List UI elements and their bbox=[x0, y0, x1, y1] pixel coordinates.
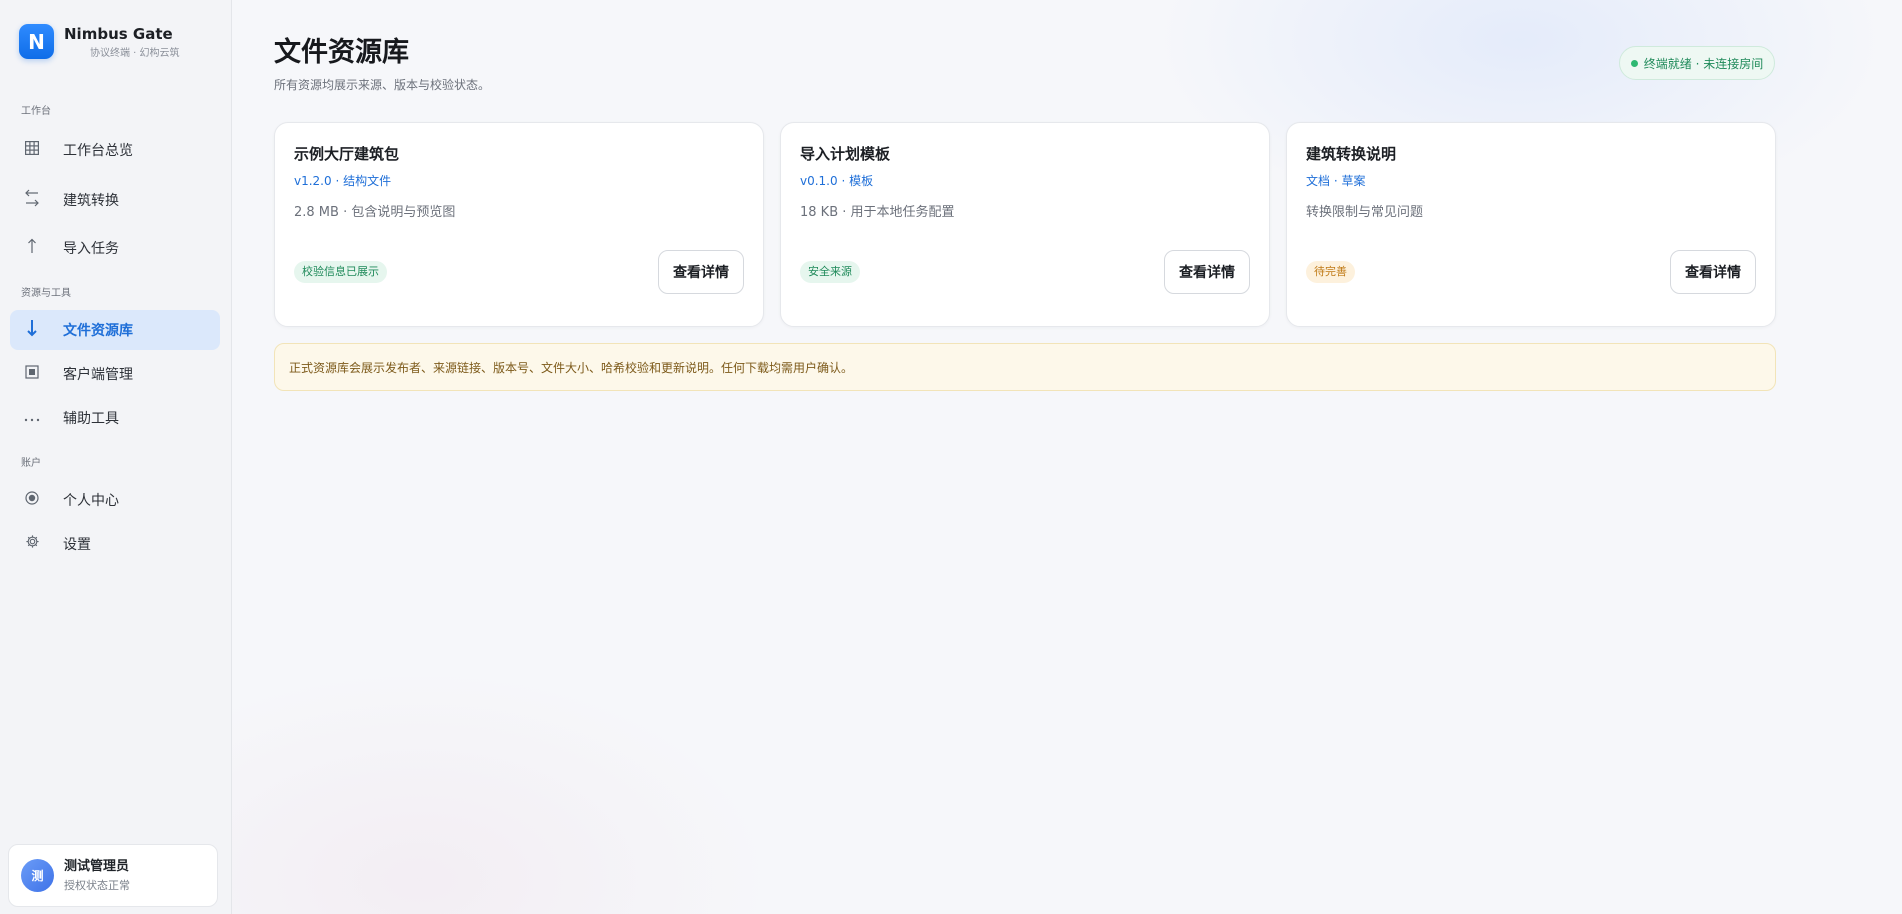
sidebar-item-label: 辅助工具 bbox=[63, 411, 119, 427]
section-label-resources: 资源与工具 bbox=[21, 288, 71, 299]
sidebar-item-import-tasks[interactable]: 导入任务 bbox=[10, 228, 220, 268]
sidebar-item-label: 工作台总览 bbox=[63, 143, 133, 159]
card-title: 导入计划模板 bbox=[800, 145, 891, 163]
resource-card: 示例大厅建筑包 v1.2.0 · 结构文件 2.8 MB · 包含说明与预览图 … bbox=[274, 122, 764, 327]
user-status: 授权状态正常 bbox=[64, 879, 130, 892]
sidebar-item-client-management[interactable]: 客户端管理 bbox=[10, 354, 220, 394]
status-badge: 终端就绪 · 未连接房间 bbox=[1619, 46, 1775, 80]
sidebar-item-file-library[interactable]: 文件资源库 bbox=[10, 310, 220, 350]
profile-dot-icon bbox=[22, 490, 42, 510]
user-card[interactable]: 测 测试管理员 授权状态正常 bbox=[8, 844, 218, 907]
card-description: 转换限制与常见问题 bbox=[1306, 205, 1424, 220]
upload-arrow-icon bbox=[22, 238, 42, 259]
sidebar-item-overview[interactable]: 工作台总览 bbox=[10, 130, 220, 170]
brand[interactable]: N Nimbus Gate 协议终端 · 幻构云筑 bbox=[19, 24, 180, 60]
view-details-button[interactable]: 查看详情 bbox=[1164, 250, 1250, 294]
page-subtitle: 所有资源均展示来源、版本与校验状态。 bbox=[274, 78, 491, 92]
status-dot-icon bbox=[1630, 59, 1638, 67]
avatar: 测 bbox=[21, 859, 54, 892]
card-description: 18 KB · 用于本地任务配置 bbox=[800, 205, 955, 220]
section-label-account: 账户 bbox=[21, 458, 41, 469]
sidebar-item-building-convert[interactable]: 建筑转换 bbox=[10, 180, 220, 220]
swap-arrows-icon bbox=[22, 188, 42, 213]
sidebar-item-label: 个人中心 bbox=[63, 493, 119, 509]
card-meta: v0.1.0 · 模板 bbox=[800, 174, 874, 188]
brand-text: Nimbus Gate 协议终端 · 幻构云筑 bbox=[64, 24, 180, 60]
card-title: 建筑转换说明 bbox=[1306, 145, 1397, 163]
client-box-icon bbox=[22, 364, 42, 384]
section-label-workbench: 工作台 bbox=[21, 106, 51, 117]
status-text: 终端就绪 · 未连接房间 bbox=[1643, 56, 1764, 71]
card-meta: v1.2.0 · 结构文件 bbox=[294, 174, 392, 188]
card-tag: 校验信息已展示 bbox=[294, 261, 387, 283]
brand-logo: N bbox=[19, 24, 54, 59]
card-tag: 待完善 bbox=[1306, 261, 1355, 283]
view-details-button[interactable]: 查看详情 bbox=[658, 250, 744, 294]
card-description: 2.8 MB · 包含说明与预览图 bbox=[294, 205, 456, 220]
sidebar-item-label: 文件资源库 bbox=[63, 323, 133, 339]
sidebar-item-label: 建筑转换 bbox=[63, 193, 119, 209]
sidebar-item-label: 设置 bbox=[63, 537, 91, 553]
sidebar-item-label: 客户端管理 bbox=[63, 367, 133, 383]
brand-name: Nimbus Gate bbox=[64, 25, 173, 43]
sidebar-item-settings[interactable]: 设置 bbox=[10, 524, 220, 564]
more-dots-icon bbox=[22, 408, 42, 428]
card-meta: 文档 · 草案 bbox=[1306, 174, 1366, 188]
user-info: 测试管理员 授权状态正常 bbox=[64, 858, 130, 893]
resource-card: 导入计划模板 v0.1.0 · 模板 18 KB · 用于本地任务配置 安全来源… bbox=[780, 122, 1270, 327]
card-tag: 安全来源 bbox=[800, 261, 860, 283]
download-arrow-icon bbox=[22, 319, 42, 342]
notice-banner: 正式资源库会展示发布者、来源链接、版本号、文件大小、哈希校验和更新说明。任何下载… bbox=[274, 343, 1776, 391]
sidebar-item-helper-tools[interactable]: 辅助工具 bbox=[10, 398, 220, 438]
user-name: 测试管理员 bbox=[64, 859, 130, 874]
grid-icon bbox=[22, 140, 42, 160]
notice-text: 正式资源库会展示发布者、来源链接、版本号、文件大小、哈希校验和更新说明。任何下载… bbox=[289, 360, 854, 375]
brand-subtitle: 协议终端 · 幻构云筑 bbox=[90, 48, 180, 59]
card-title: 示例大厅建筑包 bbox=[294, 145, 400, 163]
sidebar: N Nimbus Gate 协议终端 · 幻构云筑 工作台 工作台总览 建筑转换… bbox=[0, 0, 232, 914]
sidebar-item-profile[interactable]: 个人中心 bbox=[10, 480, 220, 520]
view-details-button[interactable]: 查看详情 bbox=[1670, 250, 1756, 294]
page-title: 文件资源库 bbox=[274, 37, 409, 68]
gear-icon bbox=[22, 534, 42, 554]
sidebar-item-label: 导入任务 bbox=[63, 241, 119, 257]
resource-card: 建筑转换说明 文档 · 草案 转换限制与常见问题 待完善 查看详情 bbox=[1286, 122, 1776, 327]
